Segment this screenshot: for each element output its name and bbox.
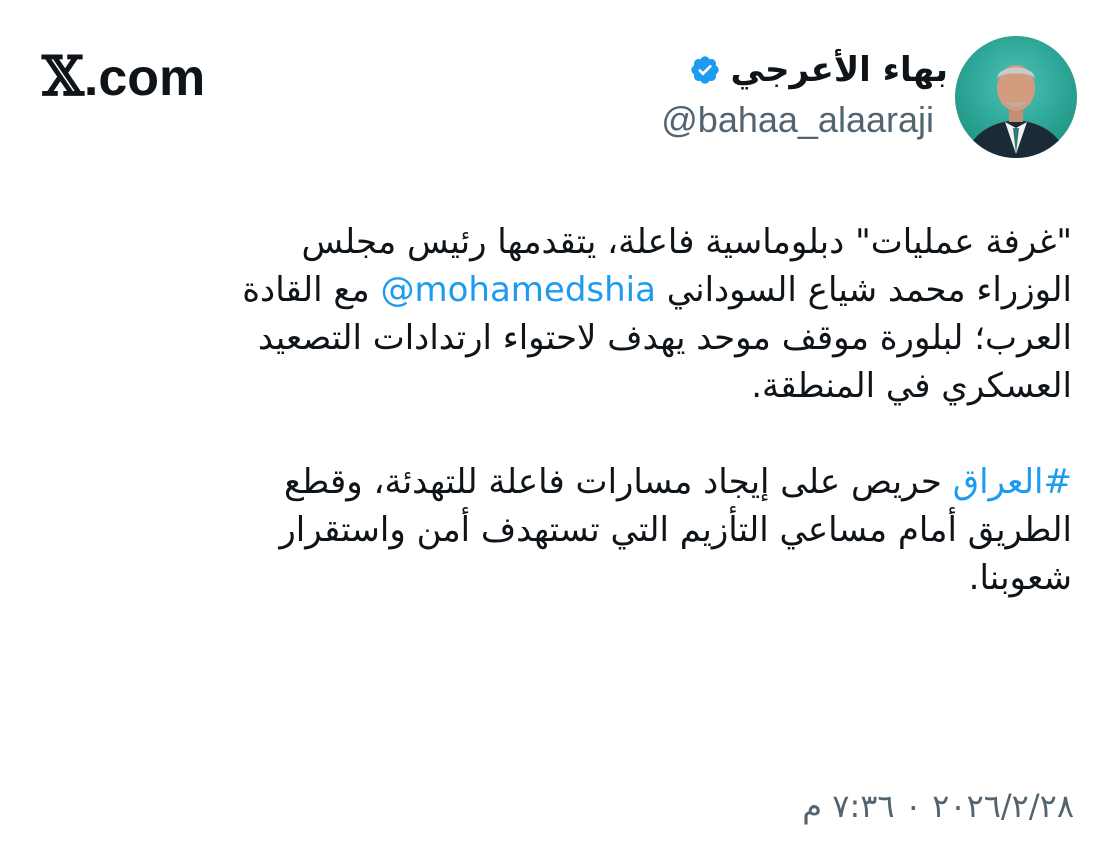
tweet-line: الوزراء محمد شياع السوداني @mohamedshia … <box>32 266 1072 314</box>
verified-badge-icon <box>690 56 719 84</box>
tweet-paragraph-2: #العراق حريص على إيجاد مسارات فاعلة للته… <box>32 458 1072 602</box>
x-logo-suffix: .com <box>83 49 206 107</box>
avatar-photo <box>965 65 1067 158</box>
author-name-row[interactable]: بهاء الأعرجي <box>689 42 948 98</box>
mention-link[interactable]: @mohamedshia <box>380 270 655 310</box>
author-handle[interactable]: @bahaa_alaaraji <box>661 96 934 144</box>
tweet-text: مع القادة <box>242 270 381 310</box>
tweet-text: الوزراء محمد شياع السوداني <box>655 270 1072 310</box>
author-display-name[interactable]: بهاء الأعرجي <box>731 42 948 98</box>
tweet-line: العرب؛ لبلورة موقف موحد يهدف لاحتواء ارت… <box>257 318 1072 358</box>
tweet-line: #العراق حريص على إيجاد مسارات فاعلة للته… <box>32 458 1072 506</box>
tweet-text: حريص على إيجاد مسارات فاعلة للتهدئة، وقط… <box>284 462 953 502</box>
tweet-timestamp[interactable]: ٢٠٢٦/٢/٢٨ ٠ ٧:٣٦ م <box>802 784 1074 828</box>
tweet-line: "غرفة عمليات" دبلوماسية فاعلة، يتقدمها ر… <box>301 222 1072 262</box>
tweet-body: "غرفة عمليات" دبلوماسية فاعلة، يتقدمها ر… <box>32 218 1072 602</box>
tweet-line: شعوبنا. <box>968 558 1072 598</box>
tweet-line: الطريق أمام مساعي التأزيم التي تستهدف أم… <box>279 510 1072 550</box>
avatar[interactable] <box>955 36 1077 158</box>
tweet-paragraph-1: "غرفة عمليات" دبلوماسية فاعلة، يتقدمها ر… <box>32 218 1072 410</box>
x-logo-mark: 𝕏 <box>42 44 84 108</box>
tweet-line: العسكري في المنطقة. <box>751 366 1072 406</box>
hashtag-link[interactable]: #العراق <box>953 462 1072 502</box>
x-logo: 𝕏.com <box>42 46 205 108</box>
